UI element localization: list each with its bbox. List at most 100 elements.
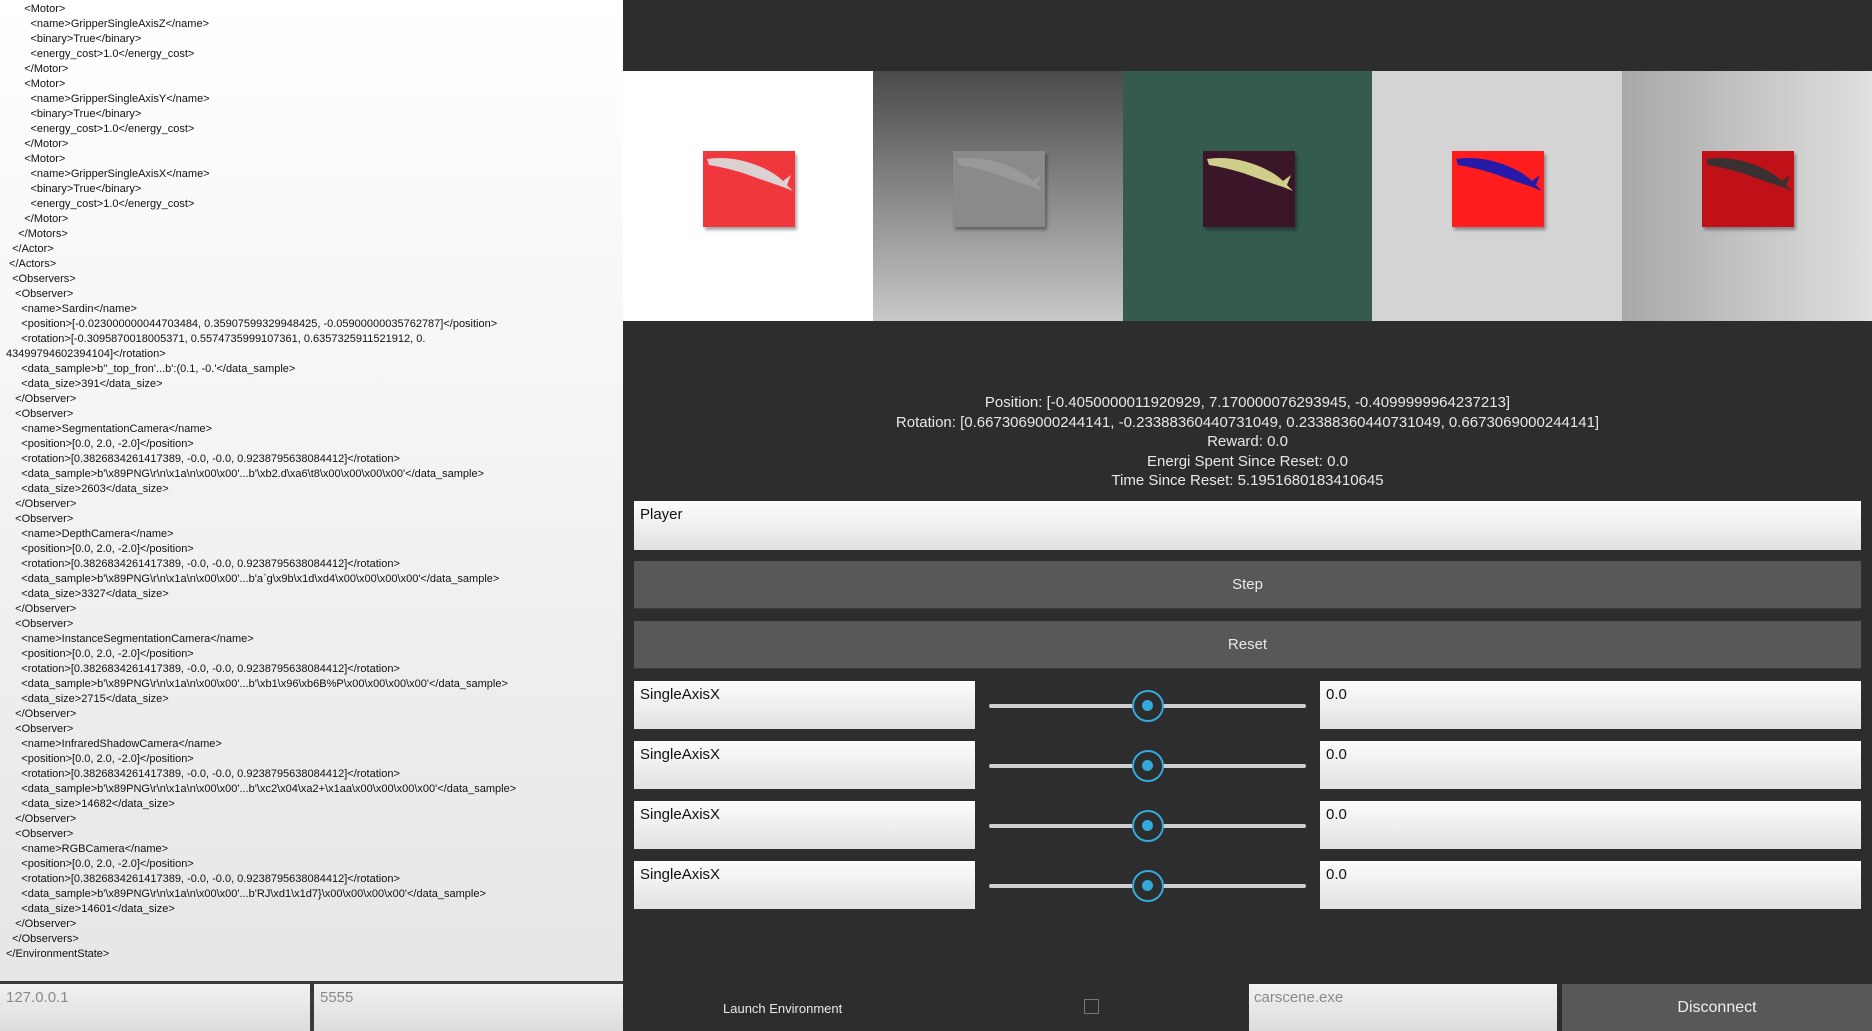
xml-line: </Observer> bbox=[6, 813, 77, 825]
connection-bar: 127.0.0.1 5555 bbox=[0, 981, 623, 1031]
xml-state-panel[interactable]: <Motor> <name>GripperSingleAxisZ</name> … bbox=[0, 0, 623, 981]
xml-line: <rotation>[0.3826834261417389, -0.0, -0.… bbox=[6, 558, 400, 570]
xml-line: <binary>True</binary> bbox=[6, 183, 142, 195]
axis-name-input[interactable]: SingleAxisX bbox=[634, 861, 975, 909]
axis-name-input[interactable]: SingleAxisX bbox=[634, 741, 975, 789]
xml-line: <data_size>14601</data_size> bbox=[6, 903, 175, 915]
xml-line: <rotation>[0.3826834261417389, -0.0, -0.… bbox=[6, 663, 400, 675]
xml-line: <data_sample>b'\x89PNG\r\n\x1a\n\x00\x00… bbox=[6, 888, 486, 900]
agent-info: Position: [-0.4050000011920929, 7.170000… bbox=[623, 393, 1872, 491]
disconnect-button[interactable]: Disconnect bbox=[1562, 984, 1872, 1031]
target-box bbox=[1202, 151, 1295, 227]
sardine-icon bbox=[956, 158, 1043, 191]
axis-value-input[interactable]: 0.0 bbox=[1320, 681, 1861, 729]
reset-button[interactable]: Reset bbox=[634, 621, 1861, 669]
xml-line: <data_size>3327</data_size> bbox=[6, 588, 169, 600]
step-button[interactable]: Step bbox=[634, 561, 1861, 609]
axis-slider-handle[interactable] bbox=[1131, 870, 1164, 902]
xml-line: <data_size>391</data_size> bbox=[6, 378, 163, 390]
xml-line: <position>[0.0, 2.0, -2.0]</position> bbox=[6, 438, 194, 450]
xml-line: <position>[0.0, 2.0, -2.0]</position> bbox=[6, 753, 194, 765]
xml-line: <name>RGBCamera</name> bbox=[6, 843, 169, 855]
camera-view bbox=[872, 71, 1123, 321]
sardine-icon bbox=[1706, 158, 1793, 191]
launch-environment-label: Launch Environment bbox=[723, 1001, 843, 1016]
xml-line: <Observer> bbox=[6, 828, 74, 840]
axis-slider-handle[interactable] bbox=[1131, 810, 1164, 842]
xml-line: <energy_cost>1.0</energy_cost> bbox=[6, 198, 195, 210]
xml-line: <data_sample>b'\x89PNG\r\n\x1a\n\x00\x00… bbox=[6, 783, 517, 795]
xml-line: <data_size>2603</data_size> bbox=[6, 483, 169, 495]
xml-line: <Motor> bbox=[6, 153, 66, 165]
xml-line: <name>SegmentationCamera</name> bbox=[6, 423, 213, 435]
xml-line: <Observer> bbox=[6, 408, 74, 420]
sardine-icon bbox=[707, 158, 793, 191]
xml-line: </Observer> bbox=[6, 393, 77, 405]
xml-line: </Observers> bbox=[6, 933, 79, 945]
rotation-readout: Rotation: [0.6673069000244141, -0.233883… bbox=[895, 413, 1600, 431]
axis-value-input[interactable]: 0.0 bbox=[1320, 861, 1861, 909]
camera-view bbox=[1122, 71, 1373, 321]
player-input[interactable]: Player bbox=[634, 501, 1861, 550]
xml-line: <data_sample>b'\x89PNG\r\n\x1a\n\x00\x00… bbox=[6, 678, 508, 690]
energy-readout: Energi Spent Since Reset: 0.0 bbox=[1147, 452, 1348, 470]
xml-line: </Observer> bbox=[6, 708, 77, 720]
xml-line: <Motor> bbox=[6, 3, 66, 15]
xml-line: </EnvironmentState> bbox=[6, 948, 110, 960]
target-box bbox=[1452, 151, 1545, 227]
axis-value-input[interactable]: 0.0 bbox=[1320, 741, 1861, 789]
xml-line: <rotation>[0.3826834261417389, -0.0, -0.… bbox=[6, 768, 400, 780]
target-box bbox=[1702, 151, 1795, 227]
axis-value-input[interactable]: 0.0 bbox=[1320, 801, 1861, 849]
host-input[interactable]: 127.0.0.1 bbox=[0, 984, 310, 1031]
camera-view bbox=[1372, 71, 1623, 321]
xml-line: <position>[0.0, 2.0, -2.0]</position> bbox=[6, 648, 194, 660]
xml-line: <name>DepthCamera</name> bbox=[6, 528, 174, 540]
xml-line: <position>[0.0, 2.0, -2.0]</position> bbox=[6, 543, 194, 555]
camera-view bbox=[623, 71, 873, 321]
camera-view bbox=[1622, 71, 1872, 321]
xml-line: </Observer> bbox=[6, 498, 77, 510]
xml-line: <Observer> bbox=[6, 288, 74, 300]
xml-line: </Motor> bbox=[6, 213, 69, 225]
xml-line: </Actors> bbox=[6, 258, 57, 270]
xml-line: <rotation>[-0.3095870018005371, 0.557473… bbox=[6, 333, 426, 345]
axis-name-input[interactable]: SingleAxisX bbox=[634, 681, 975, 729]
xml-line: <energy_cost>1.0</energy_cost> bbox=[6, 48, 195, 60]
xml-line: <rotation>[0.3826834261417389, -0.0, -0.… bbox=[6, 453, 400, 465]
xml-line: <Observers> bbox=[6, 273, 76, 285]
xml-line: <name>InstanceSegmentationCamera</name> bbox=[6, 633, 254, 645]
xml-line: </Motors> bbox=[6, 228, 68, 240]
xml-line: </Observer> bbox=[6, 918, 77, 930]
xml-line: <position>[0.0, 2.0, -2.0]</position> bbox=[6, 858, 194, 870]
control-panel: Position: [-0.4050000011920929, 7.170000… bbox=[623, 0, 1872, 1031]
sardine-icon bbox=[1206, 158, 1293, 191]
target-box bbox=[952, 151, 1045, 227]
xml-line: <name>InfraredShadowCamera</name> bbox=[6, 738, 222, 750]
xml-line: <data_sample>b'\x89PNG\r\n\x1a\n\x00\x00… bbox=[6, 573, 500, 585]
xml-line: </Motor> bbox=[6, 63, 69, 75]
target-box bbox=[703, 151, 795, 227]
xml-line: </Observer> bbox=[6, 603, 77, 615]
xml-line: <data_size>2715</data_size> bbox=[6, 693, 169, 705]
reward-readout: Reward: 0.0 bbox=[1207, 433, 1288, 451]
axis-name-input[interactable]: SingleAxisX bbox=[634, 801, 975, 849]
camera-views bbox=[623, 71, 1872, 321]
executable-input[interactable]: carscene.exe bbox=[1249, 984, 1557, 1031]
environment-bar: Launch Environment carscene.exe Disconne… bbox=[623, 981, 1872, 1031]
xml-line: <binary>True</binary> bbox=[6, 33, 142, 45]
xml-line: <name>GripperSingleAxisX</name> bbox=[6, 168, 210, 180]
axis-slider-handle[interactable] bbox=[1131, 750, 1164, 782]
xml-line: <name>GripperSingleAxisZ</name> bbox=[6, 18, 209, 30]
xml-line: <rotation>[0.3826834261417389, -0.0, -0.… bbox=[6, 873, 400, 885]
xml-line: <energy_cost>1.0</energy_cost> bbox=[6, 123, 195, 135]
xml-line: <Observer> bbox=[6, 723, 74, 735]
axis-slider-handle[interactable] bbox=[1131, 690, 1164, 722]
xml-state-text: <Motor> <name>GripperSingleAxisZ</name> … bbox=[0, 0, 623, 962]
xml-line: </Actor> bbox=[6, 243, 54, 255]
xml-line: <data_sample>b''_top_fron'...b':(0.1, -0… bbox=[6, 363, 296, 375]
xml-line: </Motor> bbox=[6, 138, 69, 150]
port-input[interactable]: 5555 bbox=[314, 984, 623, 1031]
launch-environment-checkbox[interactable] bbox=[1084, 999, 1099, 1014]
xml-line: <data_size>14682</data_size> bbox=[6, 798, 175, 810]
